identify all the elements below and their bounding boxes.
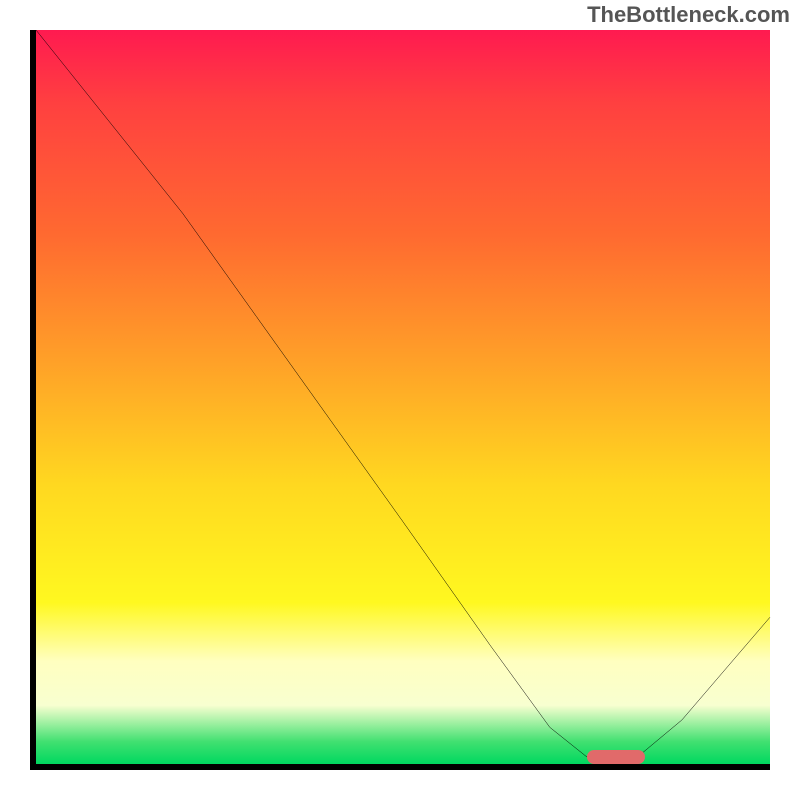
watermark-text: TheBottleneck.com [587,2,790,28]
chart-container: TheBottleneck.com [0,0,800,800]
bottleneck-curve [36,30,770,764]
optimal-marker [587,750,646,764]
plot-area [36,30,770,764]
curve-path [36,30,770,757]
chart-frame [30,30,770,770]
